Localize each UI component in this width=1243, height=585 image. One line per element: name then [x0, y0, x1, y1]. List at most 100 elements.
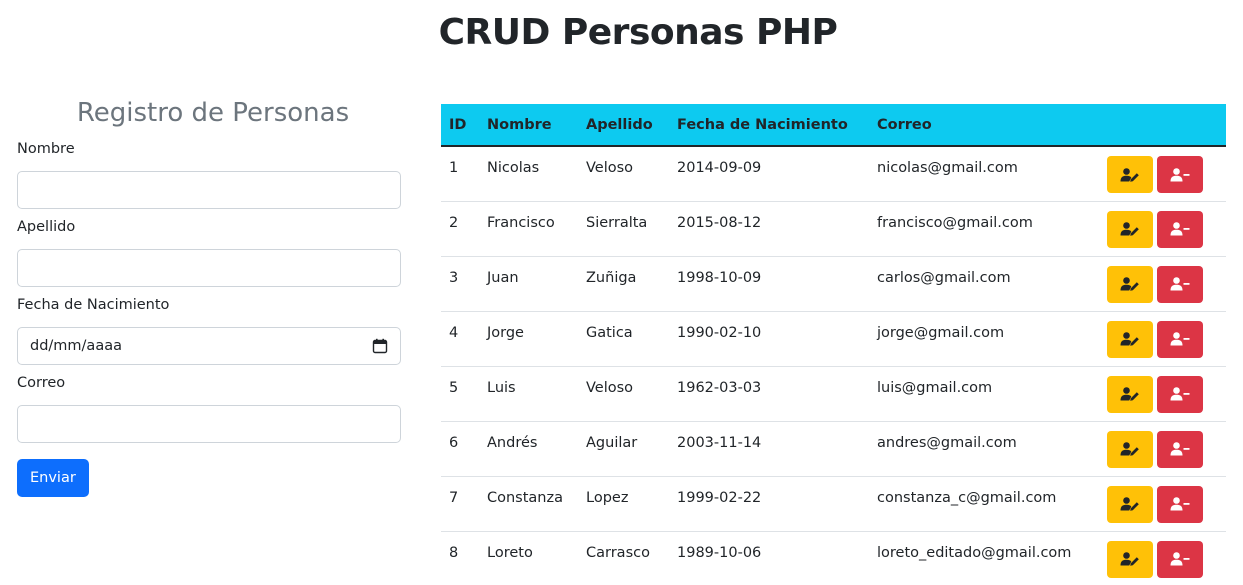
- delete-button[interactable]: [1157, 320, 1203, 358]
- cell-nombre: Francisco: [487, 214, 555, 231]
- form-title: Registro de Personas: [76, 98, 350, 128]
- cell-correo: constanza_c@gmail.com: [877, 489, 1057, 506]
- header-actions: [1094, 104, 1226, 147]
- cell-correo: nicolas@gmail.com: [877, 160, 1018, 176]
- user-minus-icon: [1170, 221, 1190, 237]
- user-minus-icon: [1170, 441, 1190, 457]
- header-nombre: Nombre: [479, 104, 578, 147]
- user-edit-icon: [1120, 496, 1140, 512]
- user-edit-icon: [1120, 386, 1140, 402]
- nombre-label: Nombre: [17, 141, 75, 157]
- cell-id: 7: [449, 489, 459, 506]
- cell-nombre: Loreto: [487, 544, 533, 561]
- cell-id: 1: [449, 160, 459, 176]
- apellido-label: Apellido: [17, 219, 76, 235]
- user-minus-icon: [1170, 167, 1190, 183]
- edit-button[interactable]: [1107, 156, 1153, 193]
- cell-apellido: Sierralta: [586, 214, 648, 231]
- edit-button[interactable]: [1107, 430, 1153, 468]
- cell-fecha: 1962-03-03: [677, 379, 762, 396]
- edit-button[interactable]: [1107, 320, 1153, 358]
- user-edit-icon: [1120, 221, 1140, 237]
- delete-button[interactable]: [1157, 156, 1203, 193]
- edit-button[interactable]: [1107, 540, 1153, 578]
- fecha-placeholder: dd/mm/aaaa: [30, 338, 122, 354]
- table-row: 6 Andrés Aguilar 2003-11-14 andres@gmail.com: [441, 421, 1226, 476]
- cell-nombre: Nicolas: [487, 160, 540, 176]
- header-id: ID: [441, 104, 479, 147]
- cell-actions: [1094, 421, 1226, 476]
- edit-button[interactable]: [1107, 485, 1153, 523]
- cell-actions: [1094, 531, 1226, 585]
- delete-button[interactable]: [1157, 210, 1203, 248]
- apellido-input[interactable]: [17, 249, 401, 287]
- page-title: CRUD Personas PHP: [438, 12, 838, 53]
- delete-button[interactable]: [1157, 265, 1203, 303]
- cell-apellido: Zuñiga: [586, 269, 637, 286]
- delete-button[interactable]: [1157, 375, 1203, 413]
- delete-button[interactable]: [1157, 430, 1203, 468]
- cell-correo: carlos@gmail.com: [877, 269, 1011, 286]
- cell-nombre: Andrés: [487, 434, 538, 451]
- user-minus-icon: [1170, 551, 1190, 567]
- cell-actions: [1094, 146, 1226, 201]
- table-header-row: ID Nombre Apellido Fecha de Nacimiento C…: [441, 104, 1226, 147]
- cell-id: 5: [449, 379, 459, 396]
- cell-fecha: 1999-02-22: [677, 489, 762, 506]
- cell-correo: luis@gmail.com: [877, 379, 993, 396]
- fecha-input[interactable]: dd/mm/aaaa: [17, 327, 401, 365]
- table-row: 7 Constanza Lopez 1999-02-22 constanza_c@gma…: [441, 476, 1226, 531]
- cell-nombre: Juan: [487, 269, 519, 286]
- cell-actions: [1094, 366, 1226, 421]
- table-row: 3 Juan Zuñiga 1998-10-09 carlos@gmail.com: [441, 256, 1226, 311]
- cell-correo: loreto_editado@gmail.com: [877, 544, 1072, 561]
- cell-apellido: Carrasco: [586, 544, 650, 561]
- cell-correo: jorge@gmail.com: [877, 324, 1005, 341]
- delete-button[interactable]: [1157, 485, 1203, 523]
- user-minus-icon: [1170, 331, 1190, 347]
- header-correo: Correo: [869, 104, 1094, 147]
- user-minus-icon: [1170, 496, 1190, 512]
- cell-actions: [1094, 311, 1226, 366]
- cell-id: 8: [449, 544, 459, 561]
- personas-table-wrapper: ID Nombre Apellido Fecha de Nacimiento C…: [441, 104, 1226, 585]
- delete-button[interactable]: [1157, 540, 1203, 578]
- fecha-label: Fecha de Nacimiento: [17, 297, 170, 313]
- cell-apellido: Lopez: [586, 489, 629, 506]
- registration-form: Registro de Personas Nombre Apellido Fec…: [17, 98, 401, 497]
- cell-id: 3: [449, 269, 459, 286]
- user-edit-icon: [1120, 167, 1140, 183]
- header-apellido: Apellido: [578, 104, 669, 147]
- cell-apellido: Veloso: [586, 379, 634, 396]
- table-row: 4 Jorge Gatica 1990-02-10 jorge@gmail.com: [441, 311, 1226, 366]
- user-edit-icon: [1120, 276, 1140, 292]
- submit-button[interactable]: Enviar: [17, 459, 89, 497]
- user-minus-icon: [1170, 276, 1190, 292]
- user-edit-icon: [1120, 331, 1140, 347]
- edit-button[interactable]: [1107, 375, 1153, 413]
- edit-button[interactable]: [1107, 265, 1153, 303]
- correo-label: Correo: [17, 375, 66, 391]
- cell-fecha: 2003-11-14: [677, 434, 762, 451]
- calendar-icon[interactable]: [372, 338, 388, 354]
- cell-apellido: Gatica: [586, 324, 633, 341]
- table-row: 8 Loreto Carrasco 1989-10-06 loreto_editado@…: [441, 531, 1226, 585]
- table-row: 5 Luis Veloso 1962-03-03 luis@gmail.com: [441, 366, 1226, 421]
- table-body: 1 Nicolas Veloso 2014-09-09 nicolas@gmail.co…: [441, 146, 1226, 585]
- cell-actions: [1094, 201, 1226, 256]
- cell-id: 4: [449, 324, 459, 341]
- user-edit-icon: [1120, 551, 1140, 567]
- cell-id: 6: [449, 434, 459, 451]
- cell-nombre: Luis: [487, 379, 516, 396]
- edit-button[interactable]: [1107, 210, 1153, 248]
- nombre-input[interactable]: [17, 171, 401, 209]
- table-row: 1 Nicolas Veloso 2014-09-09 nicolas@gmail.co…: [441, 146, 1226, 201]
- cell-id: 2: [449, 214, 459, 231]
- correo-input[interactable]: [17, 405, 401, 443]
- cell-fecha: 1998-10-09: [677, 269, 762, 286]
- header-fecha: Fecha de Nacimiento: [669, 104, 869, 147]
- cell-fecha: 1990-02-10: [677, 324, 762, 341]
- user-minus-icon: [1170, 386, 1190, 402]
- cell-nombre: Jorge: [487, 324, 524, 341]
- cell-apellido: Veloso: [586, 160, 634, 176]
